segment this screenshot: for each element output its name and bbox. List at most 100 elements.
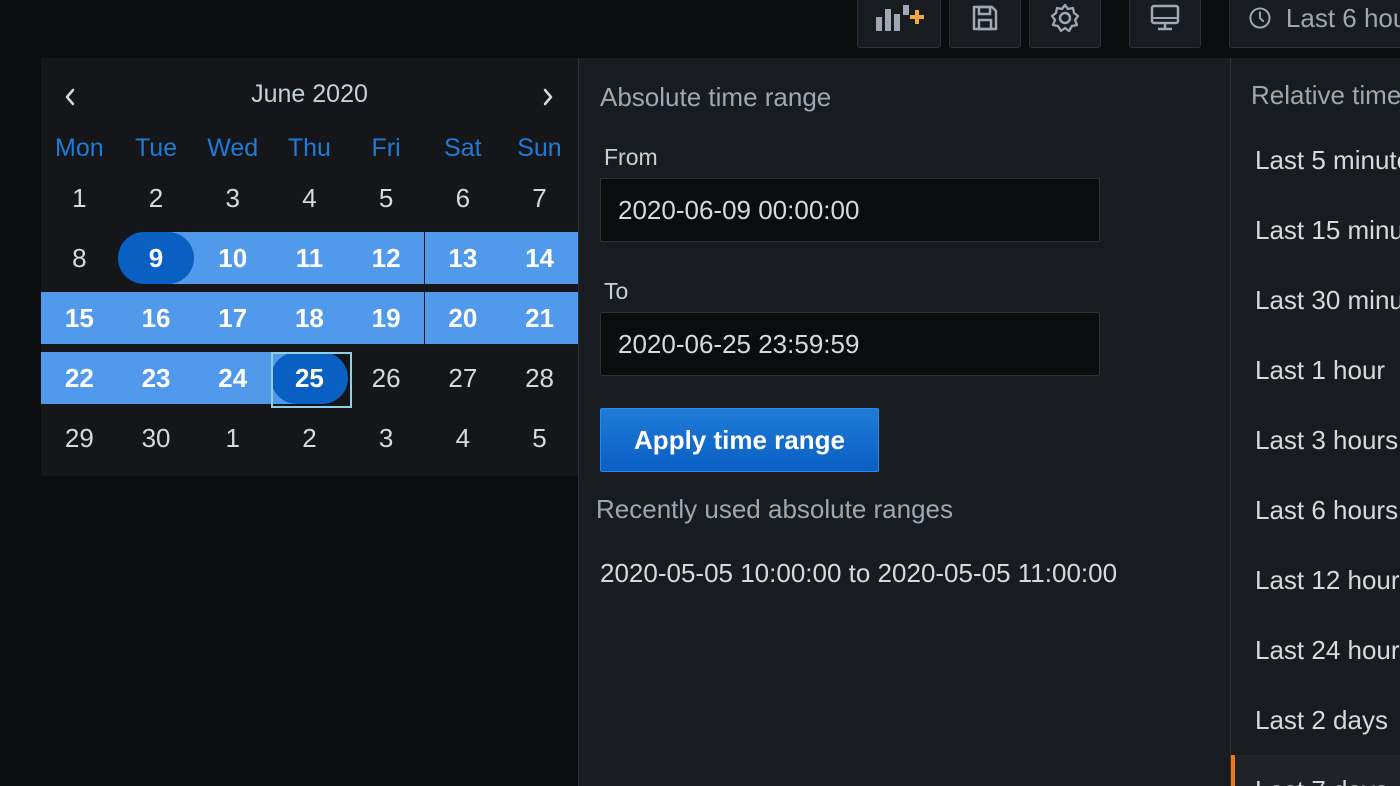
calendar-day[interactable]: 8	[41, 232, 118, 284]
calendar-day-in-range[interactable]: 18	[271, 292, 348, 344]
calendar-day[interactable]: 5	[348, 172, 425, 224]
calendar-day-number: 27	[448, 362, 478, 393]
relative-range-item[interactable]: Last 1 hour	[1231, 335, 1400, 405]
calendar-day-in-range[interactable]: 19	[347, 292, 425, 344]
calendar-day[interactable]: 4	[271, 172, 348, 224]
calendar-day-in-range[interactable]: 23	[117, 352, 195, 404]
calendar-day-number: 3	[378, 422, 394, 453]
calendar-day-number: 9	[148, 242, 164, 273]
calendar-day-number: 12	[371, 242, 401, 273]
recent-range-item[interactable]: 2020-05-05 10:00:00 to 2020-05-05 11:00:…	[600, 558, 1117, 589]
calendar-day-number: 10	[218, 242, 248, 273]
calendar-day-in-range[interactable]: 24	[194, 352, 272, 404]
time-picker-button[interactable]: Last 6 hours	[1229, 0, 1400, 48]
calendar-day-range-start[interactable]: 9	[117, 232, 195, 284]
calendar-day-number: 4	[455, 422, 471, 453]
relative-range-item[interactable]: Last 6 hours	[1231, 475, 1400, 545]
relative-range-item[interactable]: Last 7 days	[1231, 755, 1400, 786]
calendar-day[interactable]: 4	[425, 412, 502, 464]
calendar-day[interactable]: 7	[501, 172, 578, 224]
weekday-label: Fri	[371, 134, 401, 162]
calendar-day[interactable]: 3	[348, 412, 425, 464]
from-label: From	[604, 144, 658, 170]
calendar-day-in-range[interactable]: 16	[117, 292, 195, 344]
calendar-day[interactable]: 3	[194, 172, 271, 224]
calendar-day[interactable]: 5	[501, 412, 578, 464]
calendar-header: June 2020	[41, 58, 578, 130]
weekday-label: Sat	[444, 134, 482, 162]
calendar-day-in-range[interactable]: 21	[501, 292, 578, 344]
absolute-time-range-title: Absolute time range	[600, 82, 832, 112]
relative-range-item[interactable]: Last 2 days	[1231, 685, 1400, 755]
calendar-day-number: 2	[148, 182, 164, 213]
calendar-day-in-range[interactable]: 17	[194, 292, 272, 344]
calendar-day[interactable]: 1	[194, 412, 271, 464]
calendar-day[interactable]: 29	[41, 412, 118, 464]
weekday-header-row: Mon Tue Wed Thu Fri Sat Sun	[41, 130, 578, 166]
calendar-day[interactable]: 26	[348, 352, 425, 404]
weekday-label: Tue	[134, 134, 178, 162]
calendar-day[interactable]: 28	[501, 352, 578, 404]
save-dashboard-button[interactable]	[949, 0, 1021, 48]
calendar-day-number: 3	[225, 182, 240, 213]
weekday-label: Sun	[517, 134, 562, 162]
calendar-day-number: 11	[295, 242, 324, 273]
calendar-day-number: 14	[525, 242, 554, 273]
calendar-day-in-range[interactable]: 22	[41, 352, 118, 404]
clock-icon	[1249, 7, 1271, 29]
next-month-button[interactable]	[533, 82, 563, 112]
relative-range-item[interactable]: Last 30 minutes	[1231, 265, 1400, 335]
weekday-label: Wed	[207, 134, 259, 162]
relative-time-ranges-panel: Relative time ranges Last 5 minutesLast …	[1230, 58, 1400, 786]
relative-time-ranges-title: Relative time ranges	[1251, 80, 1400, 110]
calendar-day-number: 16	[141, 302, 171, 333]
relative-range-item[interactable]: Last 3 hours	[1231, 405, 1400, 475]
calendar-day-number: 22	[64, 362, 94, 393]
calendar-day-in-range[interactable]: 11	[271, 232, 348, 284]
calendar-day-number: 28	[525, 362, 554, 393]
gear-icon	[1050, 3, 1080, 33]
calendar-day-number: 5	[378, 182, 394, 213]
relative-range-item[interactable]: Last 24 hours	[1231, 615, 1400, 685]
relative-range-item[interactable]: Last 12 hours	[1231, 545, 1400, 615]
calendar-day[interactable]: 2	[118, 172, 195, 224]
calendar-day-number: 6	[455, 182, 471, 213]
relative-range-item[interactable]: Last 5 minutes	[1231, 125, 1400, 195]
dashboard-settings-button[interactable]	[1029, 0, 1101, 48]
calendar-day-number: 24	[218, 362, 248, 393]
calendar-day[interactable]: 27	[425, 352, 502, 404]
calendar-day-in-range[interactable]: 14	[501, 232, 578, 284]
calendar-day[interactable]: 30	[118, 412, 195, 464]
calendar-day-number: 26	[371, 362, 401, 393]
calendar-day[interactable]: 2	[271, 412, 348, 464]
calendar-day-number: 15	[64, 302, 94, 333]
calendar-day-number: 30	[141, 422, 171, 453]
relative-range-item[interactable]: Last 15 minutes	[1231, 195, 1400, 265]
save-icon	[972, 5, 998, 31]
absolute-time-range-panel: Absolute time range From To Apply time r…	[578, 58, 1230, 786]
calendar-day-number: 18	[294, 302, 324, 333]
calendar-day-number: 20	[448, 302, 478, 333]
chevron-right-icon	[543, 88, 553, 106]
monitor-icon	[1150, 4, 1180, 31]
calendar-day-number: 2	[302, 422, 317, 453]
calendar-day-in-range[interactable]: 15	[41, 292, 118, 344]
calendar-day-range-end[interactable]: 25	[271, 352, 352, 408]
calendar-day-in-range[interactable]: 10	[194, 232, 272, 284]
tv-mode-button[interactable]	[1129, 0, 1201, 48]
to-input[interactable]	[600, 312, 1100, 376]
apply-time-range-button[interactable]: Apply time range	[600, 408, 879, 472]
calendar-day[interactable]: 6	[425, 172, 502, 224]
calendar: June 2020 Mon Tue Wed Thu Fri Sat Sun 12…	[41, 58, 578, 476]
calendar-day-in-range[interactable]: 13	[424, 232, 502, 284]
from-input[interactable]	[600, 178, 1100, 242]
calendar-day-number: 23	[141, 362, 171, 393]
calendar-day-number: 4	[302, 182, 317, 213]
calendar-day[interactable]: 1	[41, 172, 118, 224]
calendar-day-in-range[interactable]: 12	[347, 232, 425, 284]
add-panel-button[interactable]	[857, 0, 941, 48]
weekday-label: Thu	[287, 134, 331, 162]
calendar-day-in-range[interactable]: 20	[424, 292, 502, 344]
calendar-day-number: 7	[532, 182, 547, 213]
to-label: To	[604, 278, 629, 304]
